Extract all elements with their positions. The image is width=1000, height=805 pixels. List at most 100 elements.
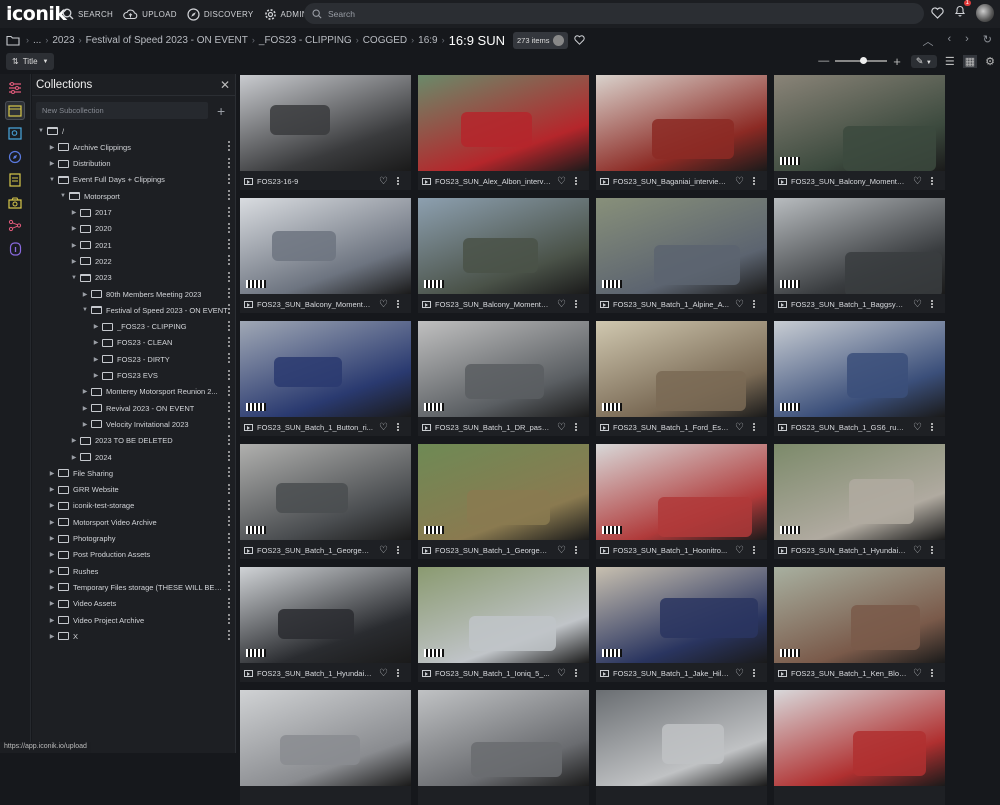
settings-icon[interactable]: ⚙ [985,55,995,68]
more-options-icon[interactable] [930,422,933,432]
more-options-icon[interactable] [228,239,231,250]
caret-right-icon[interactable]: ▶ [81,405,89,412]
more-options-icon[interactable] [574,299,577,309]
asset-thumbnail[interactable] [596,567,767,663]
more-options-icon[interactable] [228,255,231,266]
asset-tile[interactable]: FOS23_SUN_Balcony_Moment_... ♡ [774,75,945,190]
asset-tile[interactable]: FOS23-16-9 ♡ [240,75,411,190]
asset-tile[interactable]: FOS23_SUN_Balcony_Moment_... ♡ [240,198,411,313]
asset-thumbnail[interactable] [774,690,945,786]
notifications-button[interactable]: 1 [954,0,971,22]
asset-tile[interactable] [774,690,945,805]
refresh-icon[interactable]: ↻ [983,33,992,49]
more-options-icon[interactable] [228,369,231,381]
more-options-icon[interactable] [396,668,399,678]
tree-item[interactable]: ▶ Motorsport Video Archive [32,514,236,530]
more-options-icon[interactable] [228,467,231,478]
asset-tile[interactable]: FOS23_SUN_Batch_1_George_B... ♡ [418,444,589,559]
metadata-icon[interactable] [5,170,25,189]
more-options-icon[interactable] [228,173,231,185]
asset-title[interactable]: FOS23_SUN_Batch_1_GS6_run_... [791,423,907,432]
asset-thumbnail[interactable] [418,198,589,294]
caret-right-icon[interactable]: ▶ [70,454,78,461]
nav-upload[interactable]: UPLOAD [123,9,177,20]
caret-right-icon[interactable]: ▶ [48,600,56,607]
asset-tile[interactable]: FOS23_SUN_Batch_1_GS6_run_... ♡ [774,321,945,436]
asset-thumbnail[interactable] [774,321,945,417]
caret-right-icon[interactable]: ▶ [48,470,56,477]
asset-title[interactable]: FOS23_SUN_Batch_1_George_B... [257,546,373,555]
user-avatar[interactable] [976,4,994,22]
caret-right-icon[interactable]: ▶ [48,568,56,575]
tree-item[interactable]: ▶ _FOS23 - CLIPPING [32,319,236,335]
asset-thumbnail[interactable] [596,198,767,294]
caret-right-icon[interactable]: ▶ [70,225,78,232]
tree-item[interactable]: ▼ / [32,123,236,139]
breadcrumb-cogged[interactable]: COGGED [363,35,407,46]
asset-thumbnail[interactable] [240,198,411,294]
caret-right-icon[interactable]: ▶ [92,323,100,330]
camera-icon[interactable] [5,193,25,212]
asset-title[interactable]: FOS23_SUN_Balcony_Moment_... [791,177,907,186]
more-options-icon[interactable] [228,336,231,348]
caret-right-icon[interactable]: ▶ [48,144,56,151]
asset-title[interactable]: FOS23_SUN_Balcony_Moment_... [435,300,551,309]
more-options-icon[interactable] [228,451,231,462]
list-view-icon[interactable]: ☰ [945,55,955,68]
asset-tile[interactable]: FOS23_SUN_Batch_1_George_B... ♡ [240,444,411,559]
more-options-icon[interactable] [574,422,577,432]
tree-item[interactable]: ▶ File Sharing [32,465,236,481]
asset-title[interactable]: FOS23_SUN_Batch_1_Ken_Bloc... [791,669,907,678]
more-options-icon[interactable] [228,320,231,332]
more-options-icon[interactable] [752,545,755,555]
more-options-icon[interactable] [228,597,231,609]
next-icon[interactable]: › [965,33,969,49]
asset-title[interactable]: FOS23_SUN_Batch_1_Hyundai_... [791,546,907,555]
info-icon[interactable] [5,239,25,258]
more-options-icon[interactable] [228,304,231,315]
more-options-icon[interactable] [752,422,755,432]
tree-item[interactable]: ▶ Video Assets [32,596,236,612]
caret-down-icon[interactable]: ▼ [81,307,89,313]
tree-item[interactable]: ▶ FOS23 - CLEAN [32,335,236,351]
favorite-heart-icon[interactable]: ♡ [379,299,388,310]
asset-tile[interactable]: FOS23_SUN_Alex_Albon_intervi... ♡ [418,75,589,190]
favorite-heart-icon[interactable]: ♡ [379,176,388,187]
close-icon[interactable]: ✕ [220,78,230,92]
caret-right-icon[interactable]: ▶ [81,388,89,395]
caret-right-icon[interactable]: ▶ [92,372,100,379]
asset-title[interactable]: FOS23_SUN_Batch_1_George_B... [435,546,551,555]
asset-thumbnail[interactable] [596,444,767,540]
asset-title[interactable]: FOS23_SUN_Balcony_Moment_... [257,300,373,309]
tree-item[interactable]: ▶ 2020 [32,221,236,237]
more-options-icon[interactable] [930,299,933,309]
tree-item[interactable]: ▶ Temporary Files storage (THESE WILL BE … [32,579,236,595]
caret-down-icon[interactable]: ▼ [70,275,78,281]
caret-right-icon[interactable]: ▶ [48,502,56,509]
more-options-icon[interactable] [228,548,231,560]
more-options-icon[interactable] [752,299,755,309]
breadcrumb-festival[interactable]: Festival of Speed 2023 - ON EVENT [86,35,248,46]
asset-thumbnail[interactable] [418,444,589,540]
asset-thumbnail[interactable] [240,321,411,417]
more-options-icon[interactable] [228,516,231,527]
nav-search[interactable]: SEARCH [62,8,113,20]
asset-thumbnail[interactable] [240,567,411,663]
grid-view-icon[interactable]: ▦ [962,54,978,68]
more-options-icon[interactable] [228,565,231,576]
tree-item[interactable]: ▶ Video Project Archive [32,612,236,628]
tree-item[interactable]: ▶ 2023 TO BE DELETED [32,433,236,449]
asset-tile[interactable]: FOS23_SUN_Batch_1_Ken_Bloc... ♡ [774,567,945,682]
asset-thumbnail[interactable] [240,690,411,786]
asset-thumbnail[interactable] [418,75,589,171]
caret-right-icon[interactable]: ▶ [48,486,56,493]
favorite-heart-icon[interactable]: ♡ [379,545,388,556]
breadcrumb-2023[interactable]: 2023 [52,35,74,46]
tree-item[interactable]: ▶ FOS23 - DIRTY [32,351,236,367]
asset-thumbnail[interactable] [240,75,411,171]
asset-title[interactable]: FOS23_SUN_Batch_1_Hoonitro... [613,546,729,555]
tree-item[interactable]: ▶ 2017 [32,205,236,221]
caret-right-icon[interactable]: ▶ [70,242,78,249]
tree-item[interactable]: ▼ Motorsport [32,188,236,204]
more-options-icon[interactable] [228,222,231,234]
